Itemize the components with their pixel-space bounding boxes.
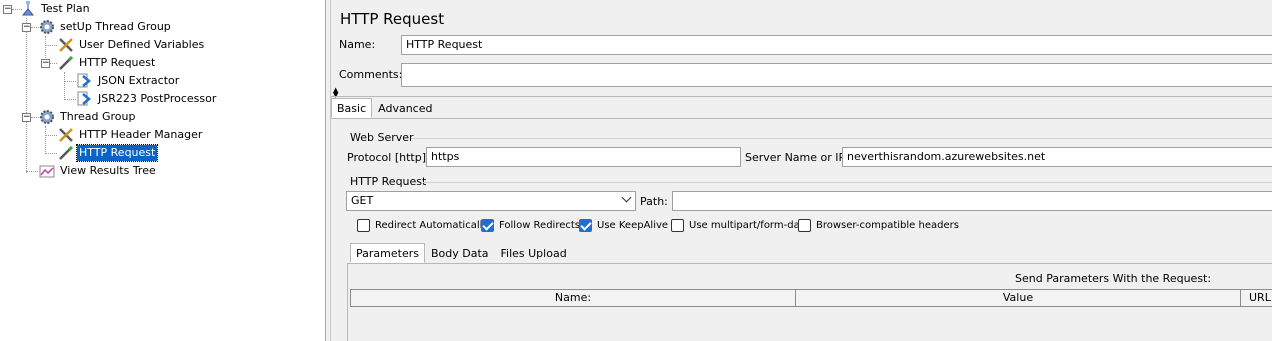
test-plan-tree[interactable]: − − − − Test Plan setUp Thread Group Use…: [0, 0, 326, 341]
tree-item-label: Thread Group: [60, 110, 136, 123]
gear-icon: [38, 18, 56, 36]
name-label: Name:: [339, 38, 376, 51]
checkbox-box: [481, 219, 494, 232]
tree-item-label: View Results Tree: [60, 164, 156, 177]
checkbox-label: Redirect Automatically: [375, 220, 489, 231]
http-request-panel: HTTP Request Name: HTTP Request Comments…: [331, 0, 1272, 341]
tab-files-upload[interactable]: Files Upload: [495, 243, 573, 263]
collapse-toggle[interactable]: −: [22, 113, 31, 122]
gear-icon: [38, 108, 56, 126]
collapse-toggle[interactable]: −: [41, 59, 50, 68]
http-request-group-title: HTTP Request: [350, 175, 427, 188]
column-header-value[interactable]: Value: [795, 289, 1241, 307]
pipette-icon: [57, 54, 75, 72]
path-input[interactable]: [672, 191, 1272, 211]
wrench-icon: [57, 126, 75, 144]
tab-advanced[interactable]: Advanced: [372, 98, 438, 118]
tree-item-http-request-selected[interactable]: HTTP Request: [57, 144, 159, 162]
tree-item-json-extractor[interactable]: JSON Extractor: [76, 72, 181, 90]
use-multipart-checkbox[interactable]: Use multipart/form-data: [671, 219, 810, 232]
tree-item-label: Test Plan: [41, 2, 90, 15]
tree-item-label: User Defined Variables: [79, 38, 205, 51]
params-heading: Send Parameters With the Request:: [1015, 272, 1212, 285]
tree-item-user-defined-variables[interactable]: User Defined Variables: [57, 36, 206, 54]
method-select[interactable]: GET: [346, 191, 636, 211]
comments-input[interactable]: [401, 63, 1272, 87]
follow-redirects-checkbox[interactable]: Follow Redirects: [481, 219, 580, 232]
checkbox-label: Use KeepAlive: [597, 220, 669, 231]
browser-compatible-headers-checkbox[interactable]: Browser-compatible headers: [798, 219, 959, 232]
tree-item-label: setUp Thread Group: [60, 20, 171, 33]
tree-item-label: JSR223 PostProcessor: [98, 92, 217, 105]
comments-label: Comments:: [339, 68, 403, 81]
arrow-icon: [76, 90, 94, 108]
wrench-icon: [57, 36, 75, 54]
tree-item-label: HTTP Request: [79, 56, 156, 69]
column-header-url-encode[interactable]: URL E: [1240, 289, 1272, 307]
protocol-input[interactable]: https: [426, 147, 741, 167]
checkbox-label: Browser-compatible headers: [816, 220, 959, 231]
server-name-label: Server Name or IP:: [745, 151, 849, 164]
test-plan-icon: [19, 0, 37, 18]
panel-title: HTTP Request: [340, 10, 445, 28]
tree-item-thread-group[interactable]: Thread Group: [38, 108, 137, 126]
tree-item-label: HTTP Header Manager: [79, 128, 203, 141]
checkbox-box: [798, 219, 811, 232]
tree-item-jsr223-postprocessor[interactable]: JSR223 PostProcessor: [76, 90, 218, 108]
checkbox-box: [671, 219, 684, 232]
collapse-toggle[interactable]: −: [22, 23, 31, 32]
path-label: Path:: [640, 195, 668, 208]
checkbox-box: [357, 219, 370, 232]
tree-item-setup-thread-group[interactable]: setUp Thread Group: [38, 18, 173, 36]
tree-item-test-plan[interactable]: Test Plan: [19, 0, 92, 18]
web-server-group-title: Web Server: [350, 131, 414, 144]
server-name-input[interactable]: neverthisrandom.azurewebsites.net: [842, 147, 1272, 167]
tree-item-label: HTTP Request: [75, 144, 159, 162]
tab-parameters[interactable]: Parameters: [350, 243, 425, 263]
graph-icon: [38, 162, 56, 180]
chevron-down-icon: [621, 192, 632, 203]
tab-body-data[interactable]: Body Data: [425, 243, 495, 263]
tab-basic[interactable]: Basic: [331, 98, 373, 118]
checkbox-label: Use multipart/form-data: [689, 220, 810, 231]
pipette-icon: [57, 144, 75, 162]
column-header-name[interactable]: Name:: [350, 289, 796, 307]
name-input[interactable]: HTTP Request: [401, 35, 1272, 55]
method-value: GET: [351, 194, 374, 207]
checkbox-box: [579, 219, 592, 232]
protocol-label: Protocol [http]:: [347, 151, 430, 164]
tree-item-http-request[interactable]: HTTP Request: [57, 54, 157, 72]
collapse-toggle[interactable]: −: [3, 5, 12, 14]
arrow-icon: [76, 72, 94, 90]
use-keepalive-checkbox[interactable]: Use KeepAlive: [579, 219, 668, 232]
tree-item-view-results-tree[interactable]: View Results Tree: [38, 162, 158, 180]
parameters-table-body[interactable]: [350, 307, 1272, 341]
redirect-automatically-checkbox[interactable]: Redirect Automatically: [357, 219, 488, 232]
tree-item-label: JSON Extractor: [98, 74, 180, 87]
tree-item-http-header-manager[interactable]: HTTP Header Manager: [57, 126, 204, 144]
checkbox-label: Follow Redirects: [499, 220, 580, 231]
